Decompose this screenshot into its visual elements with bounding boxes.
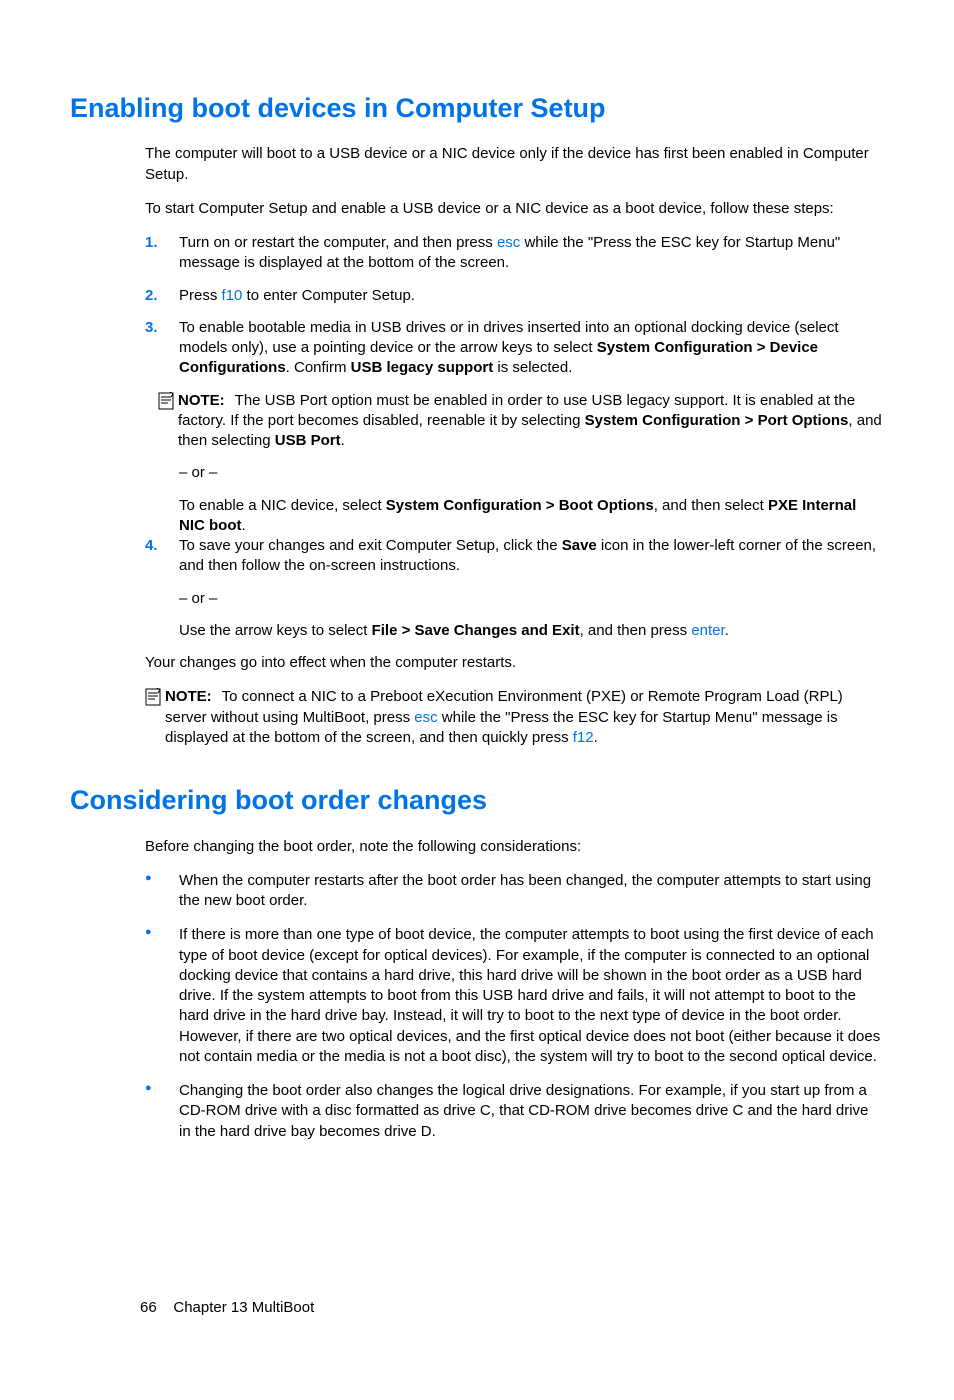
paragraph: Your changes go into effect when the com… — [145, 653, 884, 673]
step-1: 1. Turn on or restart the computer, and … — [145, 233, 884, 274]
text: To enable a NIC device, select — [179, 497, 386, 514]
step-number: 1. — [145, 233, 158, 253]
bold-text: Save — [562, 537, 597, 554]
step-number: 2. — [145, 286, 158, 306]
step-number: 3. — [145, 318, 158, 338]
text: , and then press — [580, 622, 692, 639]
steps-list-continued: 4. To save your changes and exit Compute… — [145, 536, 884, 641]
note-label: NOTE: — [178, 392, 225, 409]
step-text: . Confirm — [286, 359, 351, 376]
text: . — [725, 622, 729, 639]
key-esc: esc — [414, 709, 437, 726]
step-3: 3. To enable bootable media in USB drive… — [145, 318, 884, 379]
key-f10: f10 — [222, 287, 243, 304]
step-text: Turn on or restart the computer, and the… — [179, 234, 497, 251]
note-icon — [145, 688, 163, 712]
step-sub-text: Use the arrow keys to select File > Save… — [179, 621, 884, 641]
note-label: NOTE: — [165, 688, 212, 705]
heading-enabling-boot-devices: Enabling boot devices in Computer Setup — [70, 90, 884, 126]
page-footer: 66 Chapter 13 MultiBoot — [140, 1298, 314, 1318]
step-text: To save your changes and exit Computer S… — [179, 537, 562, 554]
text: . — [241, 517, 245, 534]
step-text: to enter Computer Setup. — [242, 287, 415, 304]
step-text: is selected. — [493, 359, 572, 376]
steps-list: 1. Turn on or restart the computer, and … — [145, 233, 884, 379]
note-body: NOTE:The USB Port option must be enabled… — [178, 391, 884, 452]
step-sub-text: To enable a NIC device, select System Co… — [179, 496, 884, 537]
note-block: NOTE:The USB Port option must be enabled… — [158, 391, 884, 452]
or-separator: – or – — [179, 463, 884, 483]
bullet-list: When the computer restarts after the boo… — [145, 871, 884, 1142]
list-item: Changing the boot order also changes the… — [145, 1081, 884, 1142]
page: Enabling boot devices in Computer Setup … — [70, 90, 884, 1360]
or-separator: – or – — [179, 589, 884, 609]
note-icon — [158, 392, 176, 416]
step-2: 2. Press f10 to enter Computer Setup. — [145, 286, 884, 306]
text: , and then select — [654, 497, 768, 514]
chapter-label: Chapter 13 MultiBoot — [173, 1299, 314, 1316]
paragraph: To start Computer Setup and enable a USB… — [145, 199, 884, 219]
paragraph: Before changing the boot order, note the… — [145, 837, 884, 857]
page-number: 66 — [140, 1299, 157, 1316]
step-number: 4. — [145, 536, 158, 556]
step-text: Press — [179, 287, 222, 304]
note-text: . — [341, 432, 345, 449]
heading-considering-boot-order: Considering boot order changes — [70, 782, 884, 818]
step-4: 4. To save your changes and exit Compute… — [145, 536, 884, 641]
bold-text: USB legacy support — [351, 359, 494, 376]
paragraph: The computer will boot to a USB device o… — [145, 144, 884, 185]
bold-text: USB Port — [275, 432, 341, 449]
text: Use the arrow keys to select — [179, 622, 372, 639]
key-enter: enter — [691, 622, 724, 639]
key-f12: f12 — [573, 729, 594, 746]
bold-text: File > Save Changes and Exit — [372, 622, 580, 639]
note-body: NOTE:To connect a NIC to a Preboot eXecu… — [165, 687, 884, 748]
note-text: . — [594, 729, 598, 746]
bold-text: System Configuration > Boot Options — [386, 497, 654, 514]
list-item: When the computer restarts after the boo… — [145, 871, 884, 912]
bold-text: System Configuration > Port Options — [585, 412, 849, 429]
list-item: If there is more than one type of boot d… — [145, 925, 884, 1067]
note-block: NOTE:To connect a NIC to a Preboot eXecu… — [145, 687, 884, 748]
key-esc: esc — [497, 234, 520, 251]
